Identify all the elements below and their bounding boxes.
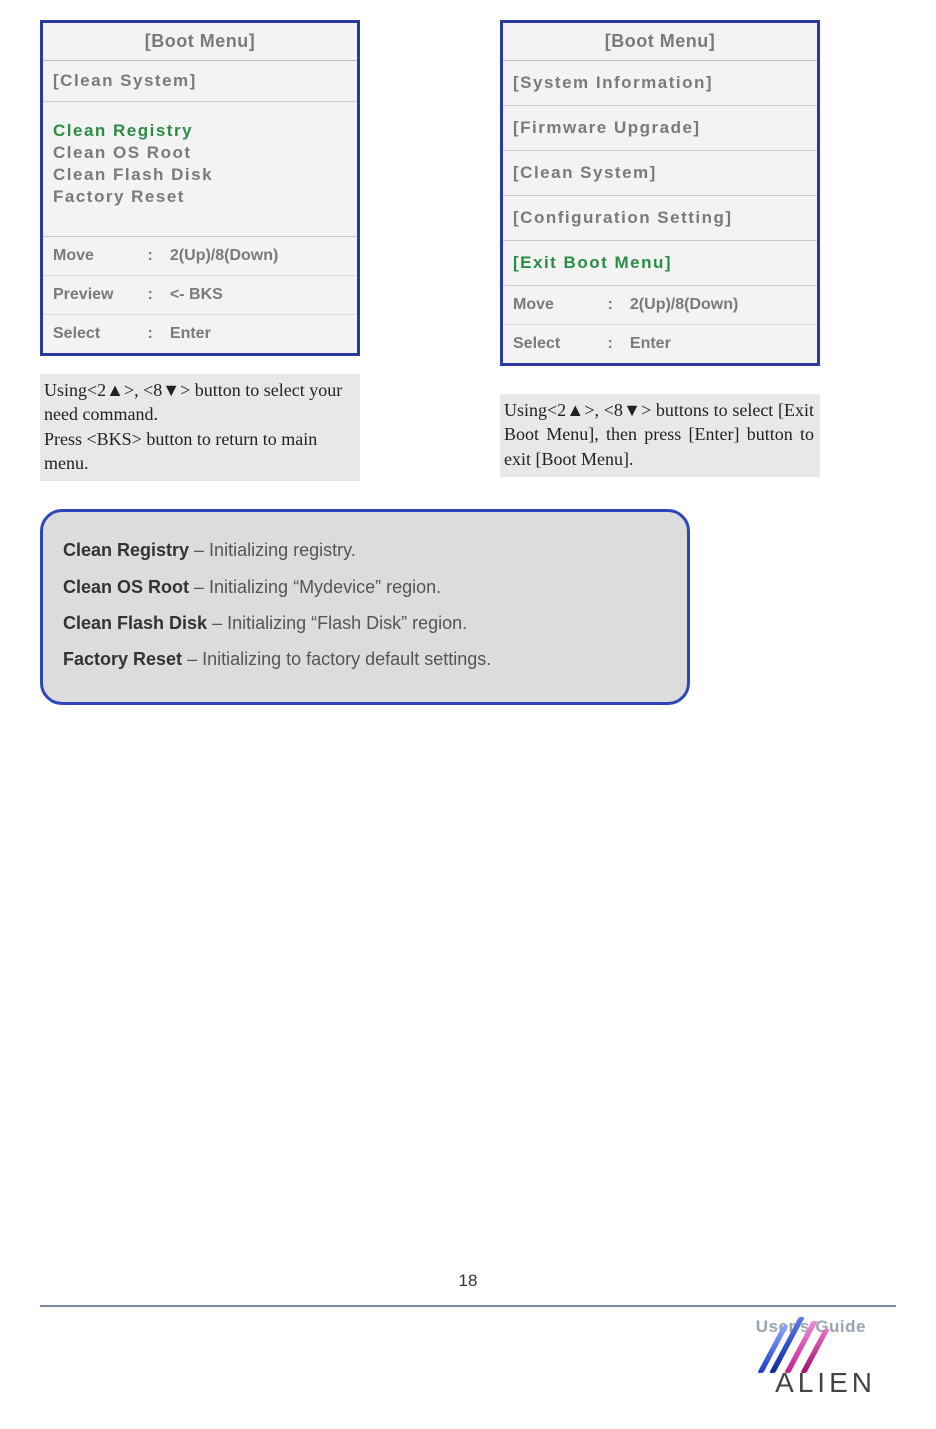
menu-row: [System Information]	[503, 61, 817, 106]
description-text: – Initializing “Mydevice” region.	[189, 577, 441, 597]
description-term: Clean Flash Disk	[63, 613, 207, 633]
hint-move: Move : 2(Up)/8(Down)	[43, 237, 357, 276]
description-line: Clean Registry – Initializing registry.	[63, 534, 667, 566]
hint-value: Enter	[630, 335, 671, 353]
menu-item-clean-system[interactable]: [Clean System]	[513, 161, 807, 185]
menu-row: [Configuration Setting]	[503, 196, 817, 241]
menu-item-factory-reset[interactable]: Factory Reset	[53, 186, 347, 208]
instruction-text-right: Using<2▲>, <8▼> buttons to select [Exit …	[500, 394, 820, 477]
description-text: – Initializing registry.	[189, 540, 356, 560]
menu-item-exit-boot-menu[interactable]: [Exit Boot Menu]	[513, 251, 807, 275]
description-line: Clean OS Root – Initializing “Mydevice” …	[63, 571, 667, 603]
hint-value: 2(Up)/8(Down)	[630, 296, 738, 314]
description-box: Clean Registry – Initializing registry. …	[40, 509, 690, 705]
page-number: 18	[0, 1271, 936, 1291]
menu-row: [Firmware Upgrade]	[503, 106, 817, 151]
description-text: – Initializing to factory default settin…	[182, 649, 491, 669]
description-text: – Initializing “Flash Disk” region.	[207, 613, 467, 633]
hint-value: Enter	[170, 325, 211, 343]
menu-row: [Exit Boot Menu]	[503, 241, 817, 286]
instruction-text-left: Using<2▲>, <8▼> button to select your ne…	[40, 374, 360, 481]
menu-section-label: [Clean System]	[43, 61, 357, 102]
description-line: Clean Flash Disk – Initializing “Flash D…	[63, 607, 667, 639]
hint-value: 2(Up)/8(Down)	[170, 247, 278, 265]
hint-label: Preview	[53, 286, 143, 304]
hint-select: Select : Enter	[43, 315, 357, 353]
menu-item-configuration-setting[interactable]: [Configuration Setting]	[513, 206, 807, 230]
brand-logo: ALIEN	[716, 1319, 876, 1399]
description-term: Factory Reset	[63, 649, 182, 669]
hint-preview: Preview : <- BKS	[43, 276, 357, 315]
hint-select: Select : Enter	[503, 325, 817, 363]
hint-move: Move : 2(Up)/8(Down)	[503, 286, 817, 325]
menu-item-clean-os-root[interactable]: Clean OS Root	[53, 142, 347, 164]
menu-item-clean-registry[interactable]: Clean Registry	[53, 120, 347, 142]
hint-label: Move	[53, 247, 143, 265]
brand-logo-icon	[770, 1313, 840, 1373]
clean-system-menu: [Boot Menu] [Clean System] Clean Registr…	[40, 20, 360, 356]
menu-item-system-information[interactable]: [System Information]	[513, 71, 807, 95]
description-term: Clean OS Root	[63, 577, 189, 597]
description-line: Factory Reset – Initializing to factory …	[63, 643, 667, 675]
brand-name: ALIEN	[775, 1367, 876, 1399]
hint-value: <- BKS	[170, 286, 223, 304]
menu-item-list: Clean Registry Clean OS Root Clean Flash…	[43, 102, 357, 237]
menu-row: [Clean System]	[503, 151, 817, 196]
hint-label: Move	[513, 296, 603, 314]
menu-title: [Boot Menu]	[503, 23, 817, 61]
description-term: Clean Registry	[63, 540, 189, 560]
hint-label: Select	[53, 325, 143, 343]
menu-item-firmware-upgrade[interactable]: [Firmware Upgrade]	[513, 116, 807, 140]
footer-rule	[40, 1305, 896, 1307]
menu-title: [Boot Menu]	[43, 23, 357, 61]
hint-label: Select	[513, 335, 603, 353]
menu-item-clean-flash-disk[interactable]: Clean Flash Disk	[53, 164, 347, 186]
boot-menu: [Boot Menu] [System Information] [Firmwa…	[500, 20, 820, 366]
